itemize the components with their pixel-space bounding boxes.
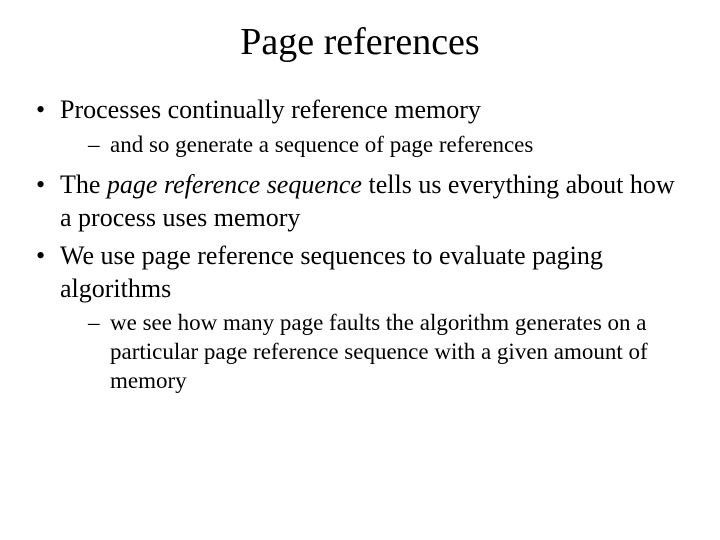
bullet-text-prefix: The	[60, 170, 107, 199]
bullet-text: Processes continually reference memory	[60, 95, 481, 124]
bullet-text-italic: page reference sequence	[107, 170, 362, 199]
bullet-item: Processes continually reference memory a…	[30, 94, 690, 159]
bullet-item: We use page reference sequences to evalu…	[30, 240, 690, 395]
slide: Page references Processes continually re…	[0, 20, 720, 540]
slide-content: Processes continually reference memory a…	[0, 94, 720, 396]
bullet-item: The page reference sequence tells us eve…	[30, 169, 690, 234]
sub-bullet-item: we see how many page faults the algorith…	[60, 309, 690, 395]
bullet-list: Processes continually reference memory a…	[30, 94, 690, 396]
sub-bullet-text: and so generate a sequence of page refer…	[110, 132, 533, 157]
slide-title: Page references	[0, 20, 720, 64]
sub-bullet-list: and so generate a sequence of page refer…	[60, 131, 690, 160]
bullet-text: We use page reference sequences to evalu…	[60, 241, 603, 303]
sub-bullet-text: we see how many page faults the algorith…	[110, 310, 648, 393]
sub-bullet-list: we see how many page faults the algorith…	[60, 309, 690, 395]
sub-bullet-item: and so generate a sequence of page refer…	[60, 131, 690, 160]
